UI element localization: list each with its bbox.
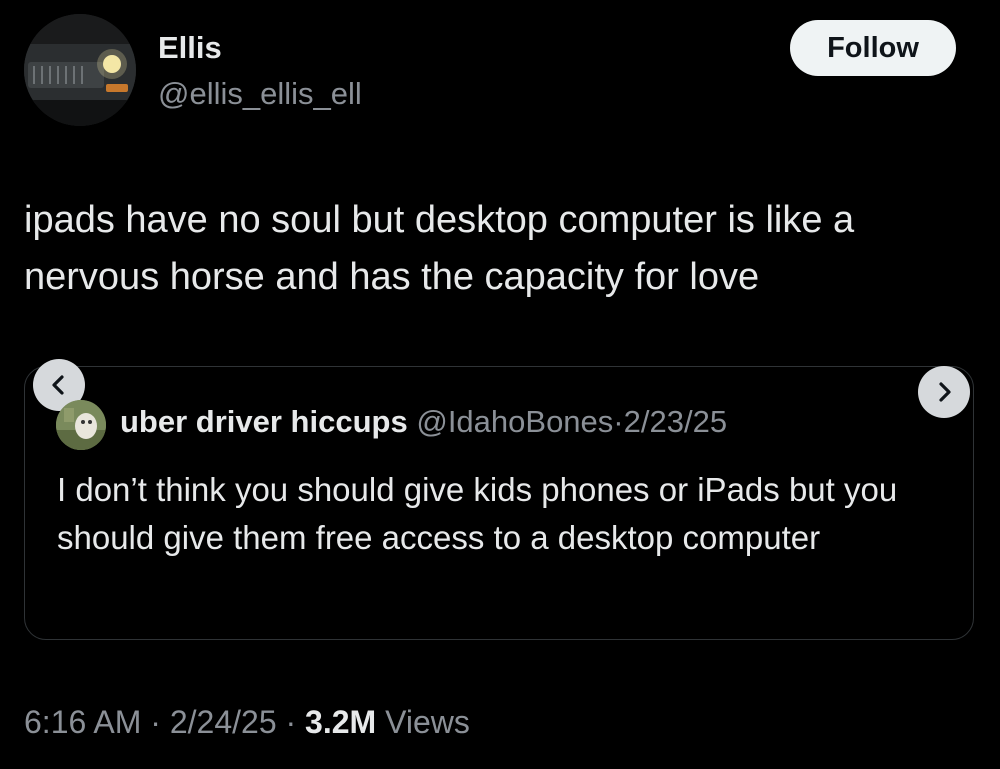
avatar-image [24, 14, 136, 126]
views-count: 3.2M [305, 704, 377, 740]
quoted-avatar-image [56, 400, 106, 450]
chevron-right-icon [939, 382, 951, 402]
quoted-date[interactable]: 2/23/25 [624, 404, 727, 439]
next-button[interactable] [918, 366, 970, 418]
quoted-tweet-text: I don’t think you should give kids phone… [57, 471, 898, 556]
follow-button[interactable]: Follow [790, 20, 956, 76]
quoted-separator: · [613, 404, 624, 439]
quoted-tweet-header: uber driver hiccups @IdahoBones·2/23/25 [120, 404, 727, 440]
tweet-text: ipads have no soul but desktop computer … [24, 199, 855, 298]
quoted-author-handle[interactable]: @IdahoBones [416, 404, 613, 439]
author-handle[interactable]: @ellis_ellis_ell [158, 76, 362, 112]
views-label: Views [385, 704, 470, 740]
author-avatar[interactable] [24, 14, 136, 126]
quoted-author-name[interactable]: uber driver hiccups [120, 404, 408, 439]
tweet-date[interactable]: 2/24/25 [170, 704, 277, 740]
footer-separator-1: · [150, 704, 161, 740]
footer-separator-2: · [285, 704, 297, 740]
tweet-footer: 6:16 AM · 2/24/25 · 3.2M Views [24, 704, 470, 741]
tweet: Ellis @ellis_ellis_ell Follow ipads have… [0, 0, 1000, 769]
chevron-left-icon [52, 375, 64, 395]
quoted-author-avatar[interactable] [56, 400, 106, 450]
author-name[interactable]: Ellis [158, 30, 222, 66]
tweet-time[interactable]: 6:16 AM [24, 704, 141, 740]
